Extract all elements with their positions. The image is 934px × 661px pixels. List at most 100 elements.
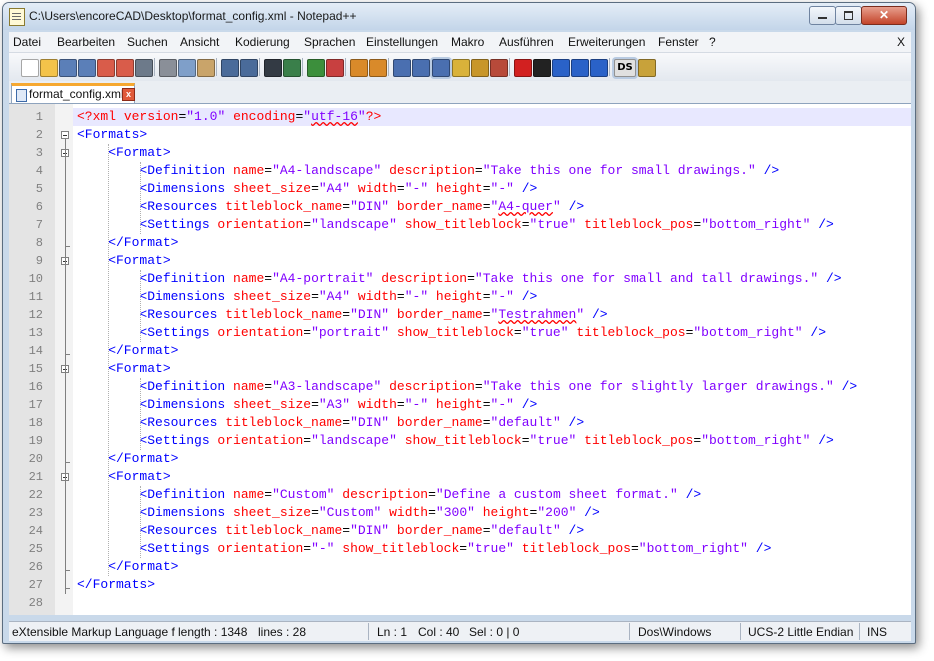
code-line[interactable]: <Settings orientation="landscape" show_t… — [77, 216, 833, 234]
menu-sprachen[interactable]: Sprachen — [304, 35, 355, 49]
code-line[interactable]: <Format> — [77, 144, 170, 162]
line-number: 14 — [28, 344, 43, 358]
close-window-button[interactable]: ✕ — [861, 6, 907, 25]
new-file-icon[interactable] — [21, 59, 39, 77]
code-line[interactable]: <Dimensions sheet_size="Custom" width="3… — [77, 504, 599, 522]
find-icon[interactable] — [264, 59, 282, 77]
language-icon[interactable] — [452, 59, 470, 77]
tab-label: format_config.xml — [29, 87, 124, 101]
code-line[interactable]: </Format> — [77, 450, 178, 468]
line-number: 13 — [28, 326, 43, 340]
tab-format-config[interactable]: format_config.xml x — [11, 83, 135, 103]
code-line[interactable]: <Definition name="A4-landscape" descript… — [77, 162, 779, 180]
code-line[interactable]: <Format> — [77, 252, 170, 270]
code-line[interactable]: <Format> — [77, 360, 170, 378]
zoom-in-icon[interactable] — [307, 59, 325, 77]
redo-icon[interactable] — [240, 59, 258, 77]
cut-icon[interactable] — [159, 59, 177, 77]
fold-end-marker — [65, 570, 70, 571]
code-line[interactable]: <Settings orientation="-" show_titlebloc… — [77, 540, 771, 558]
menu-ausführen[interactable]: Ausführen — [499, 35, 554, 49]
fold-line — [65, 139, 66, 594]
menu-einstellungen[interactable]: Einstellungen — [366, 35, 438, 49]
code-line[interactable]: <Resources titleblock_name="DIN" border_… — [77, 198, 584, 216]
spell-check-icon[interactable] — [638, 59, 656, 77]
menu-makro[interactable]: Makro — [451, 35, 484, 49]
copy-icon[interactable] — [178, 59, 196, 77]
menu-help[interactable]: ? — [709, 35, 716, 49]
code-line[interactable]: </Format> — [77, 342, 178, 360]
menu-kodierung[interactable]: Kodierung — [235, 35, 290, 49]
fold-toggle-icon[interactable] — [61, 131, 69, 139]
code-line[interactable]: <Resources titleblock_name="DIN" border_… — [77, 306, 607, 324]
code-line[interactable]: <Dimensions sheet_size="A4" width="-" he… — [77, 180, 537, 198]
menu-datei[interactable]: Datei — [13, 35, 41, 49]
line-number: 27 — [28, 578, 43, 592]
code-line[interactable]: <Resources titleblock_name="DIN" border_… — [77, 522, 584, 540]
sync-horizontal-icon[interactable] — [369, 59, 387, 77]
paste-icon[interactable] — [197, 59, 215, 77]
show-all-chars-icon[interactable] — [412, 59, 430, 77]
fold-end-marker — [65, 246, 70, 247]
code-line[interactable]: <Format> — [77, 468, 170, 486]
word-wrap-icon[interactable] — [393, 59, 411, 77]
code-line[interactable]: <?xml version="1.0" encoding="utf-16"?> — [77, 108, 381, 126]
code-line[interactable]: <Dimensions sheet_size="A4" width="-" he… — [77, 288, 537, 306]
run-macro-multiple-icon[interactable] — [571, 59, 589, 77]
code-line[interactable]: <Resources titleblock_name="DIN" border_… — [77, 414, 584, 432]
line-number: 8 — [35, 236, 43, 250]
toolbar-separator — [345, 58, 346, 76]
menu-bearbeiten[interactable]: Bearbeiten — [57, 35, 115, 49]
undo-icon[interactable] — [221, 59, 239, 77]
line-number: 4 — [35, 164, 43, 178]
code-line[interactable]: <Settings orientation="portrait" show_ti… — [77, 324, 826, 342]
tab-bar: format_config.xml x — [9, 81, 911, 104]
save-icon[interactable] — [59, 59, 77, 77]
code-line[interactable]: <Definition name="Custom" description="D… — [77, 486, 701, 504]
code-line[interactable]: <Definition name="A4-portrait" descripti… — [77, 270, 841, 288]
open-file-icon[interactable] — [40, 59, 58, 77]
function-list-icon[interactable] — [490, 59, 508, 77]
code-line[interactable]: </Formats> — [77, 576, 155, 594]
line-number: 3 — [35, 146, 43, 160]
sync-vertical-icon[interactable] — [350, 59, 368, 77]
line-number: 17 — [28, 398, 43, 412]
code-line[interactable]: <Dimensions sheet_size="A3" width="-" he… — [77, 396, 537, 414]
code-line[interactable]: </Format> — [77, 558, 178, 576]
status-divider — [859, 623, 860, 640]
stop-macro-icon[interactable] — [533, 59, 551, 77]
status-column: Col : 40 — [418, 625, 460, 639]
replace-icon[interactable] — [283, 59, 301, 77]
indent-guide-icon[interactable] — [432, 59, 450, 77]
fold-margin[interactable] — [55, 104, 73, 615]
tab-close-icon[interactable]: x — [122, 88, 135, 101]
menu-ansicht[interactable]: Ansicht — [180, 35, 219, 49]
menu-suchen[interactable]: Suchen — [127, 35, 168, 49]
line-number: 11 — [28, 290, 43, 304]
code-line[interactable]: <Settings orientation="landscape" show_t… — [77, 432, 833, 450]
menu-fenster[interactable]: Fenster — [658, 35, 699, 49]
print-icon[interactable] — [135, 59, 153, 77]
record-macro-icon[interactable] — [514, 59, 532, 77]
fold-end-marker — [65, 588, 70, 589]
save-all-icon[interactable] — [78, 59, 96, 77]
editor[interactable]: 1 2 3 4 5 6 7 8 9 10 11 12 13 14 15 16 17 18 19 20 21 22 23 24 2… — [9, 104, 911, 615]
status-language: eXtensible Markup Language f — [12, 625, 175, 639]
play-macro-icon[interactable] — [552, 59, 570, 77]
save-macro-icon[interactable] — [590, 59, 608, 77]
maximize-button[interactable] — [835, 6, 862, 25]
line-number: 5 — [35, 182, 43, 196]
menu-erweiterungen[interactable]: Erweiterungen — [568, 35, 645, 49]
minimize-button[interactable] — [809, 6, 836, 25]
code-line[interactable]: </Format> — [77, 234, 178, 252]
zoom-out-icon[interactable] — [326, 59, 344, 77]
close-icon[interactable] — [97, 59, 115, 77]
close-document-button[interactable]: X — [897, 35, 905, 49]
toolbar-separator — [609, 58, 610, 76]
document-map-icon[interactable] — [471, 59, 489, 77]
code-line[interactable]: <Formats> — [77, 126, 147, 144]
ds-plugin-icon[interactable]: DS — [614, 59, 636, 77]
close-all-icon[interactable] — [116, 59, 134, 77]
code-line[interactable]: <Definition name="A3-landscape" descript… — [77, 378, 857, 396]
title-bar[interactable]: C:\Users\encoreCAD\Desktop\format_config… — [3, 3, 915, 30]
